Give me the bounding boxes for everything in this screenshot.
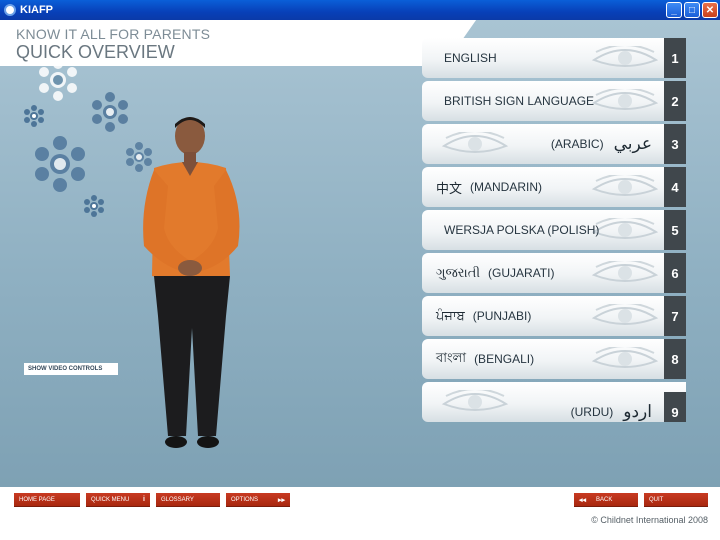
language-item-gujarati[interactable]: ગુજરાતી (GUJARATI) 6: [422, 253, 686, 293]
glossary-button[interactable]: GLOSSARY: [156, 493, 220, 507]
language-item-urdu[interactable]: (URDU) اردو 9: [422, 382, 686, 422]
forward-icon: ▸▸: [277, 496, 285, 504]
language-number: 4: [664, 167, 686, 207]
language-item-punjabi[interactable]: ਪੰਜਾਬ (PUNJABI) 7: [422, 296, 686, 336]
options-button[interactable]: OPTIONS ▸▸: [226, 493, 290, 507]
window-controls: _ □ ✕: [666, 2, 718, 18]
language-item-bsl[interactable]: BRITISH SIGN LANGUAGE 2: [422, 81, 686, 121]
flower-icon: [35, 136, 85, 192]
flower-icon: [24, 105, 44, 127]
app-icon: [4, 4, 16, 16]
eye-icon: [591, 218, 659, 239]
main-stage: KNOW IT ALL FOR PARENTS QUICK OVERVIEW S…: [0, 20, 720, 487]
page-title: QUICK OVERVIEW: [16, 42, 175, 62]
language-native-label: 中文: [436, 180, 463, 196]
language-label: ENGLISH: [444, 51, 497, 65]
language-native-label: ગુજરાતી: [436, 265, 481, 280]
language-label: (PUNJABI): [472, 309, 532, 323]
back-button[interactable]: ◂◂ BACK: [574, 493, 638, 507]
language-native-label: اردو: [623, 402, 652, 421]
info-icon: i: [143, 496, 145, 503]
window-titlebar[interactable]: KIAFP _ □ ✕: [0, 0, 720, 20]
page-subtitle: KNOW IT ALL FOR PARENTS: [16, 26, 211, 42]
quit-button[interactable]: QUIT: [644, 493, 708, 507]
eye-icon: [441, 390, 509, 411]
quit-label: QUIT: [649, 496, 664, 503]
quick-menu-button[interactable]: QUICK MENU i: [86, 493, 150, 507]
window-title: KIAFP: [20, 4, 53, 16]
language-number: 5: [664, 210, 686, 250]
quick-menu-label: QUICK MENU: [91, 496, 130, 503]
back-icon: ◂◂: [579, 496, 587, 504]
flower-icon: [84, 195, 104, 217]
language-item-bengali[interactable]: বাংলা (BENGALI) 8: [422, 339, 686, 379]
minimize-button[interactable]: _: [666, 2, 682, 18]
language-item-english[interactable]: ENGLISH 1: [422, 38, 686, 78]
glossary-label: GLOSSARY: [161, 496, 194, 503]
language-item-polish[interactable]: WERSJA POLSKA (POLISH) 5: [422, 210, 686, 250]
language-number: 2: [664, 81, 686, 121]
back-label: BACK: [596, 496, 613, 503]
language-number: 6: [664, 253, 686, 293]
presenter-video[interactable]: [132, 116, 252, 456]
maximize-button[interactable]: □: [684, 2, 700, 18]
home-page-button[interactable]: HOME PAGE: [14, 493, 80, 507]
language-number: 9: [664, 392, 686, 422]
language-label: BRITISH SIGN LANGUAGE: [444, 94, 595, 108]
copyright-text: © Childnet International 2008: [591, 515, 708, 525]
language-native-label: বাংলা: [436, 349, 467, 365]
eye-icon: [591, 46, 659, 67]
close-button[interactable]: ✕: [702, 2, 718, 18]
language-number: 7: [664, 296, 686, 336]
home-page-label: HOME PAGE: [19, 496, 55, 503]
language-item-arabic[interactable]: (ARABIC) عربي 3: [422, 124, 686, 164]
language-number: 8: [664, 339, 686, 379]
language-native-label: ਪੰਜਾਬ: [436, 308, 465, 323]
eye-icon: [591, 304, 659, 325]
eye-icon: [591, 89, 659, 110]
language-label: (BENGALI): [474, 352, 535, 366]
eye-icon: [591, 347, 659, 368]
eye-icon: [441, 132, 509, 153]
language-label: (GUJARATI): [488, 266, 555, 280]
show-video-controls-button[interactable]: SHOW VIDEO CONTROLS: [24, 363, 118, 375]
language-label: (MANDARIN): [470, 180, 543, 194]
language-native-label: عربي: [613, 134, 652, 153]
eye-icon: [591, 261, 659, 282]
language-label: WERSJA POLSKA (POLISH): [444, 223, 600, 237]
language-label: (URDU): [570, 405, 614, 419]
options-label: OPTIONS: [231, 496, 259, 503]
language-number: 3: [664, 124, 686, 164]
eye-icon: [591, 175, 659, 196]
language-label: (ARABIC): [550, 137, 604, 151]
language-item-mandarin[interactable]: 中文 (MANDARIN) 4: [422, 167, 686, 207]
language-number: 1: [664, 38, 686, 78]
